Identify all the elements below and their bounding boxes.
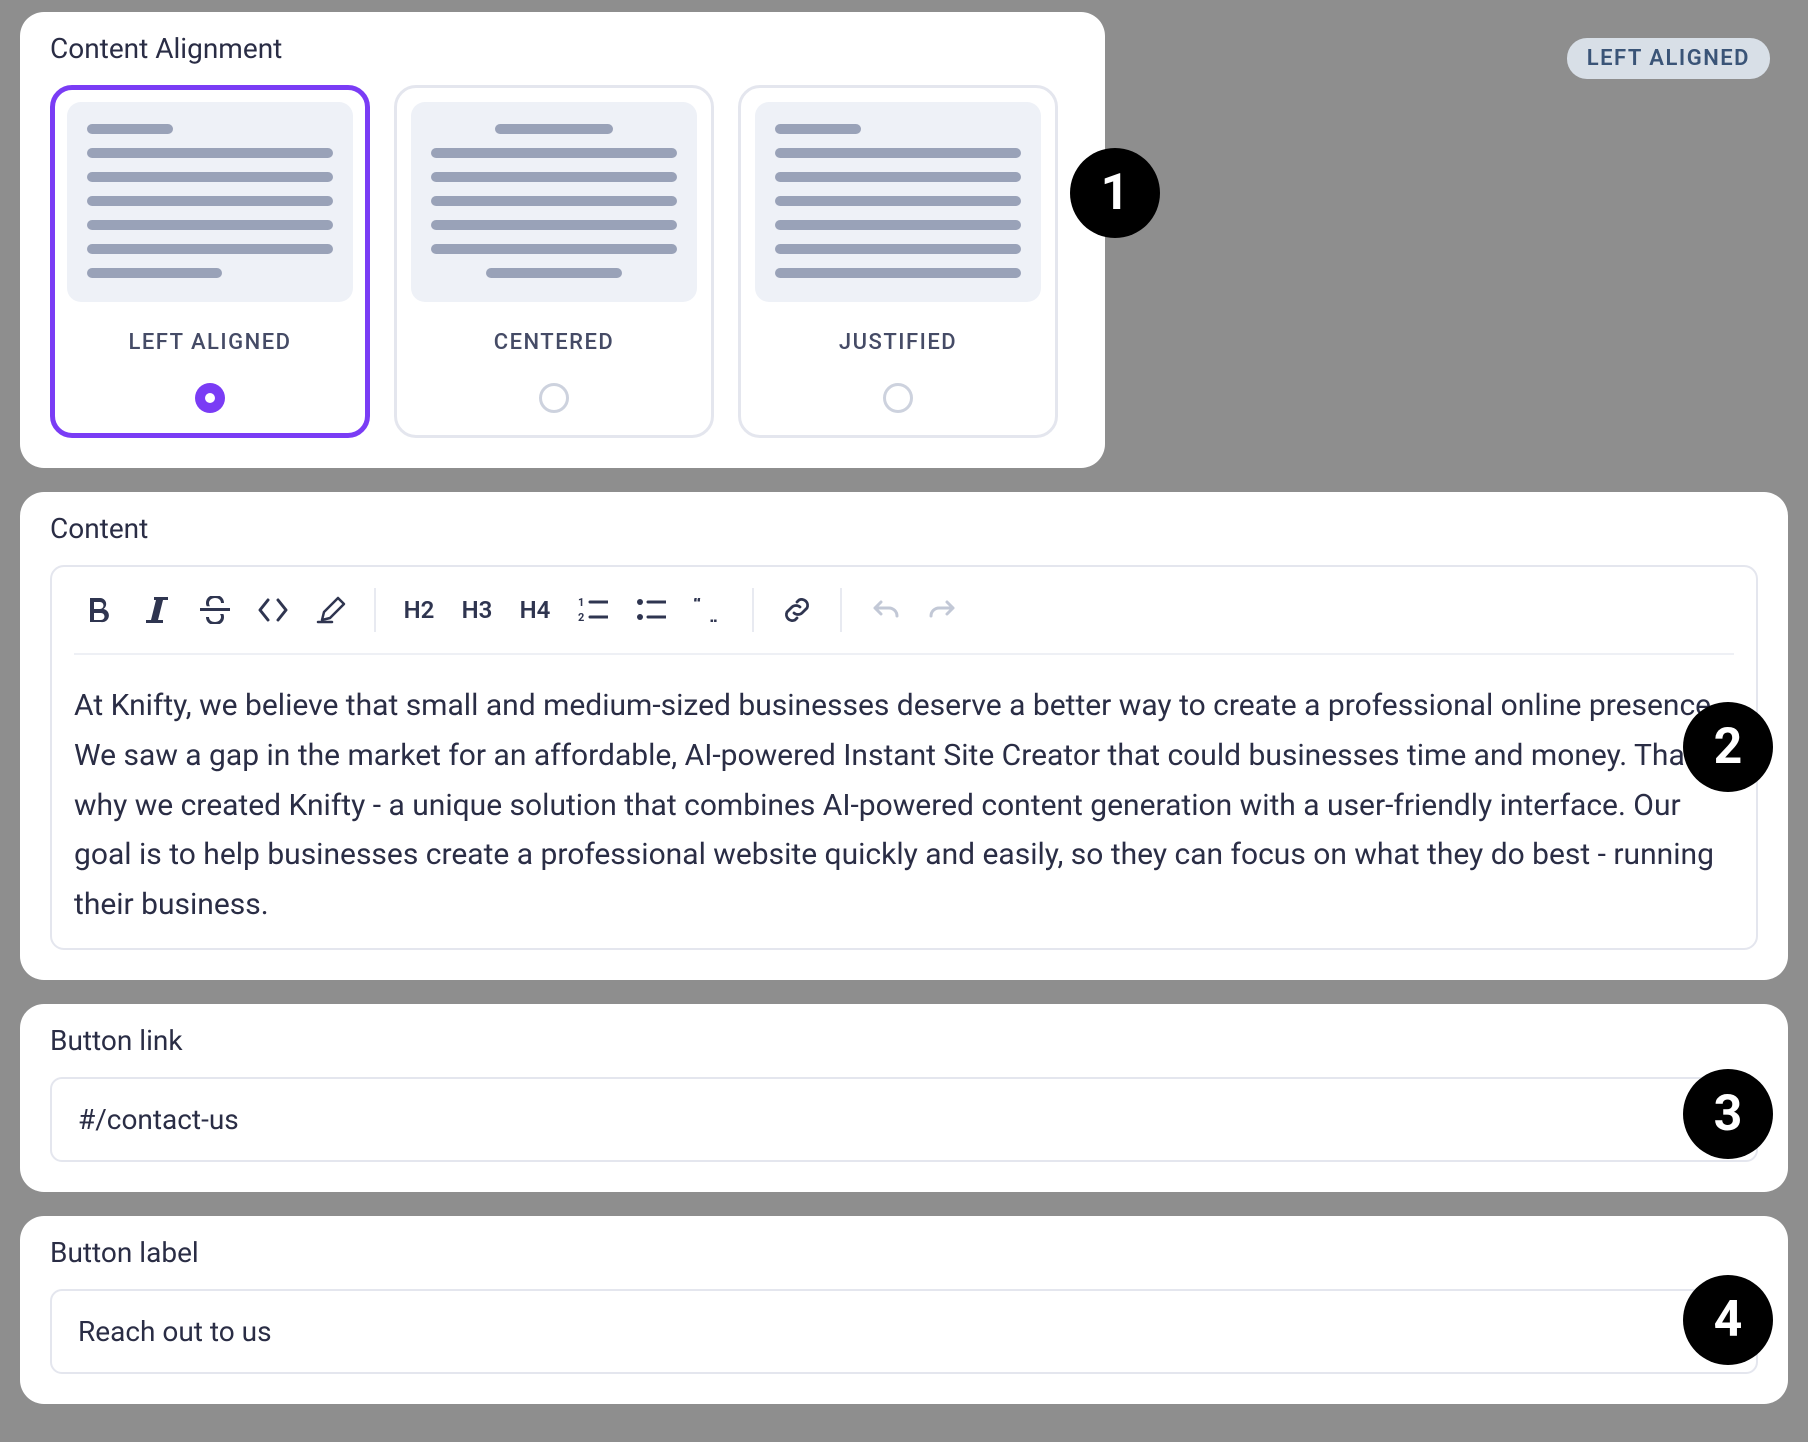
h3-button[interactable]: H3 <box>452 585 502 635</box>
editor-box: H2 H3 H4 12 “„ At Knifty, we <box>50 565 1758 950</box>
bold-button[interactable] <box>74 585 124 635</box>
h2-button[interactable]: H2 <box>394 585 444 635</box>
editor-toolbar: H2 H3 H4 12 “„ <box>74 585 1734 655</box>
radio-justified[interactable] <box>883 383 913 413</box>
blockquote-button[interactable]: “„ <box>684 585 734 635</box>
h4-button[interactable]: H4 <box>510 585 560 635</box>
alignment-option-justified[interactable]: JUSTIFIED <box>738 85 1058 438</box>
redo-icon <box>929 598 957 622</box>
strikethrough-button[interactable] <box>190 585 240 635</box>
ordered-list-icon: 12 <box>578 597 608 623</box>
redo-button[interactable] <box>918 585 968 635</box>
alignment-preview-justified <box>755 102 1041 302</box>
content-alignment-panel: Content Alignment LEFT ALIGNED <box>20 12 1105 468</box>
link-button[interactable] <box>772 585 822 635</box>
alignment-preview-left <box>67 102 353 302</box>
alignment-option-centered[interactable]: CENTERED <box>394 85 714 438</box>
link-icon <box>782 595 812 625</box>
button-label-title: Button label <box>50 1236 1758 1269</box>
code-icon <box>257 598 289 622</box>
annotation-badge-2: 2 <box>1683 702 1773 792</box>
alignment-option-left[interactable]: LEFT ALIGNED <box>50 85 370 438</box>
bullet-list-button[interactable] <box>626 585 676 635</box>
content-panel: Content H2 H3 H4 12 <box>20 492 1788 980</box>
alignment-title: Content Alignment <box>50 32 1075 65</box>
blockquote-icon: “„ <box>693 598 725 622</box>
svg-text:“: “ <box>693 598 702 617</box>
alignment-options: LEFT ALIGNED CENTERED <box>50 85 1075 438</box>
code-button[interactable] <box>248 585 298 635</box>
strikethrough-icon <box>200 596 230 624</box>
button-link-input[interactable] <box>50 1077 1758 1162</box>
toolbar-separator <box>840 588 842 632</box>
highlight-button[interactable] <box>306 585 356 635</box>
svg-text:2: 2 <box>578 611 584 623</box>
radio-left[interactable] <box>195 383 225 413</box>
annotation-badge-3: 3 <box>1683 1069 1773 1159</box>
alignment-label-left: LEFT ALIGNED <box>128 330 291 355</box>
svg-text:1: 1 <box>578 597 584 609</box>
bullet-list-icon <box>636 597 666 623</box>
bold-icon <box>87 596 111 624</box>
annotation-badge-1: 1 <box>1070 148 1160 238</box>
editor-content[interactable]: At Knifty, we believe that small and med… <box>74 681 1734 930</box>
svg-text:„: „ <box>709 603 718 622</box>
undo-button[interactable] <box>860 585 910 635</box>
button-link-title: Button link <box>50 1024 1758 1057</box>
italic-icon <box>146 597 168 623</box>
status-pill: LEFT ALIGNED <box>1567 38 1770 79</box>
highlight-icon <box>316 596 346 624</box>
button-label-panel: Button label <box>20 1216 1788 1404</box>
button-link-panel: Button link <box>20 1004 1788 1192</box>
alignment-label-justified: JUSTIFIED <box>839 330 957 355</box>
ordered-list-button[interactable]: 12 <box>568 585 618 635</box>
toolbar-separator <box>374 588 376 632</box>
alignment-label-centered: CENTERED <box>494 330 615 355</box>
italic-button[interactable] <box>132 585 182 635</box>
content-title: Content <box>50 512 1758 545</box>
annotation-badge-4: 4 <box>1683 1275 1773 1365</box>
radio-centered[interactable] <box>539 383 569 413</box>
button-label-input[interactable] <box>50 1289 1758 1374</box>
alignment-preview-centered <box>411 102 697 302</box>
toolbar-separator <box>752 588 754 632</box>
undo-icon <box>871 598 899 622</box>
